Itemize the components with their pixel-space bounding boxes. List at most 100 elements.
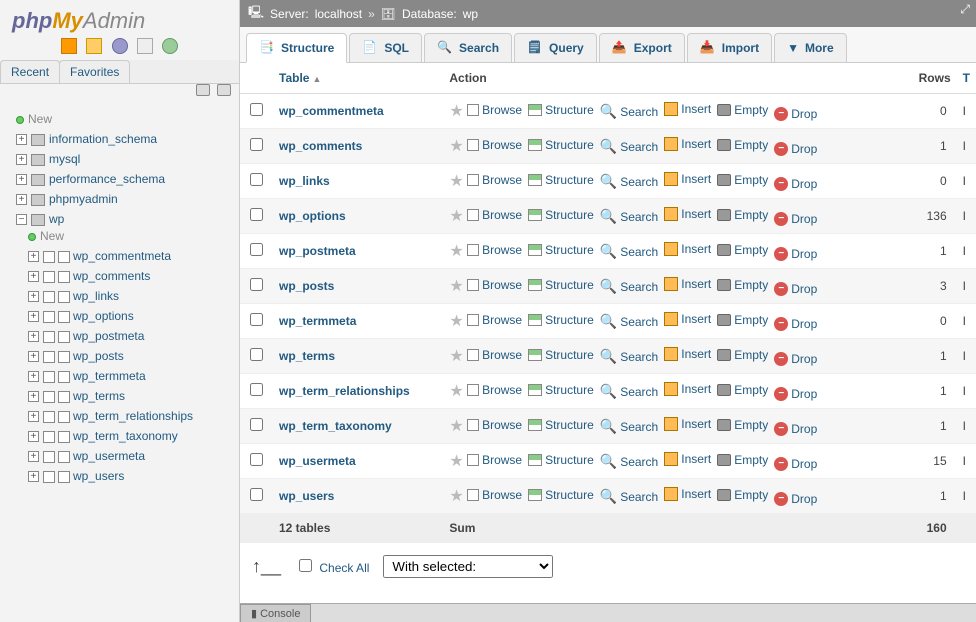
reload-icon[interactable]	[162, 38, 178, 54]
empty-link[interactable]: Empty	[717, 313, 768, 327]
check-all-box[interactable]	[299, 559, 312, 572]
row-checkbox[interactable]	[250, 138, 263, 151]
table-name-link[interactable]: wp_postmeta	[279, 244, 356, 258]
col-type[interactable]: T	[957, 63, 976, 94]
favorite-icon[interactable]: ★	[449, 383, 463, 400]
check-all[interactable]: Check All	[295, 559, 369, 575]
browse-link[interactable]: Browse	[467, 313, 522, 327]
tree-table[interactable]: wp_term_relationships	[73, 409, 193, 423]
db-information_schema[interactable]: information_schema	[49, 132, 157, 146]
tree-table[interactable]: wp_postmeta	[73, 329, 144, 343]
search-link[interactable]: 🔍Search	[600, 313, 658, 330]
expand-icon[interactable]: +	[28, 451, 39, 462]
drop-link[interactable]: −Drop	[774, 212, 817, 226]
table-name-link[interactable]: wp_options	[279, 209, 346, 223]
expand-icon[interactable]: +	[28, 431, 39, 442]
structure-link[interactable]: Structure	[528, 278, 594, 292]
table-name-link[interactable]: wp_term_relationships	[279, 384, 410, 398]
tab-export[interactable]: 📤Export	[599, 33, 685, 63]
settings-icon[interactable]	[137, 38, 153, 54]
browse-link[interactable]: Browse	[467, 173, 522, 187]
tree-table[interactable]: wp_comments	[73, 269, 150, 283]
tab-sql[interactable]: 📄SQL	[349, 33, 422, 63]
tree-table[interactable]: wp_termmeta	[73, 369, 146, 383]
row-checkbox[interactable]	[250, 208, 263, 221]
tree-table[interactable]: wp_terms	[73, 389, 125, 403]
db-mysql[interactable]: mysql	[49, 152, 80, 166]
favorite-icon[interactable]: ★	[449, 208, 463, 225]
empty-link[interactable]: Empty	[717, 173, 768, 187]
row-checkbox[interactable]	[250, 348, 263, 361]
favorite-icon[interactable]: ★	[449, 348, 463, 365]
favorite-icon[interactable]: ★	[449, 418, 463, 435]
search-link[interactable]: 🔍Search	[600, 138, 658, 155]
favorite-icon[interactable]: ★	[449, 243, 463, 260]
table-name-link[interactable]: wp_terms	[279, 349, 335, 363]
empty-link[interactable]: Empty	[717, 383, 768, 397]
expand-icon[interactable]: +	[28, 471, 39, 482]
expand-icon[interactable]: +	[28, 351, 39, 362]
expand-icon[interactable]: +	[16, 154, 27, 165]
expand-icon[interactable]: +	[28, 271, 39, 282]
empty-link[interactable]: Empty	[717, 208, 768, 222]
tree-table[interactable]: wp_term_taxonomy	[73, 429, 178, 443]
expand-icon[interactable]: +	[28, 331, 39, 342]
tree-table[interactable]: wp_options	[73, 309, 134, 323]
drop-link[interactable]: −Drop	[774, 352, 817, 366]
drop-link[interactable]: −Drop	[774, 282, 817, 296]
insert-link[interactable]: Insert	[664, 172, 711, 186]
server-link[interactable]: localhost	[315, 7, 362, 21]
tab-import[interactable]: 📥Import	[687, 33, 772, 63]
table-name-link[interactable]: wp_usermeta	[279, 454, 356, 468]
favorite-icon[interactable]: ★	[449, 103, 463, 120]
structure-link[interactable]: Structure	[528, 383, 594, 397]
structure-link[interactable]: Structure	[528, 138, 594, 152]
drop-link[interactable]: −Drop	[774, 317, 817, 331]
tab-query[interactable]: 🗒Query	[514, 33, 597, 63]
tree-table[interactable]: wp_posts	[73, 349, 124, 363]
insert-link[interactable]: Insert	[664, 312, 711, 326]
browse-link[interactable]: Browse	[467, 488, 522, 502]
structure-link[interactable]: Structure	[528, 103, 594, 117]
empty-link[interactable]: Empty	[717, 348, 768, 362]
table-name-link[interactable]: wp_termmeta	[279, 314, 356, 328]
empty-link[interactable]: Empty	[717, 453, 768, 467]
insert-link[interactable]: Insert	[664, 452, 711, 466]
search-link[interactable]: 🔍Search	[600, 453, 658, 470]
col-table[interactable]: Table▲	[273, 63, 443, 94]
console-toggle[interactable]: ▮ Console	[240, 604, 311, 622]
structure-link[interactable]: Structure	[528, 208, 594, 222]
collapse-icon[interactable]	[196, 84, 210, 96]
col-rows[interactable]: Rows	[904, 63, 957, 94]
row-checkbox[interactable]	[250, 453, 263, 466]
row-checkbox[interactable]	[250, 383, 263, 396]
table-name-link[interactable]: wp_users	[279, 489, 334, 503]
row-checkbox[interactable]	[250, 488, 263, 501]
insert-link[interactable]: Insert	[664, 277, 711, 291]
tab-recent[interactable]: Recent	[0, 60, 60, 83]
insert-link[interactable]: Insert	[664, 242, 711, 256]
new-db[interactable]: New	[28, 112, 52, 126]
row-checkbox[interactable]	[250, 278, 263, 291]
search-link[interactable]: 🔍Search	[600, 488, 658, 505]
expand-icon[interactable]: +	[28, 411, 39, 422]
tab-favorites[interactable]: Favorites	[59, 60, 130, 83]
home-icon[interactable]	[61, 38, 77, 54]
browse-link[interactable]: Browse	[467, 138, 522, 152]
collapse-breadcrumb-icon[interactable]: ⤢	[960, 2, 970, 17]
row-checkbox[interactable]	[250, 103, 263, 116]
insert-link[interactable]: Insert	[664, 487, 711, 501]
browse-link[interactable]: Browse	[467, 383, 522, 397]
expand-icon[interactable]: +	[16, 134, 27, 145]
expand-icon[interactable]: +	[28, 371, 39, 382]
search-link[interactable]: 🔍Search	[600, 243, 658, 260]
structure-link[interactable]: Structure	[528, 173, 594, 187]
db-phpmyadmin[interactable]: phpmyadmin	[49, 192, 118, 206]
structure-link[interactable]: Structure	[528, 418, 594, 432]
table-name-link[interactable]: wp_posts	[279, 279, 334, 293]
structure-link[interactable]: Structure	[528, 488, 594, 502]
row-checkbox[interactable]	[250, 313, 263, 326]
tab-structure[interactable]: 📑Structure	[246, 33, 347, 63]
tree-table[interactable]: wp_users	[73, 469, 124, 483]
browse-link[interactable]: Browse	[467, 418, 522, 432]
